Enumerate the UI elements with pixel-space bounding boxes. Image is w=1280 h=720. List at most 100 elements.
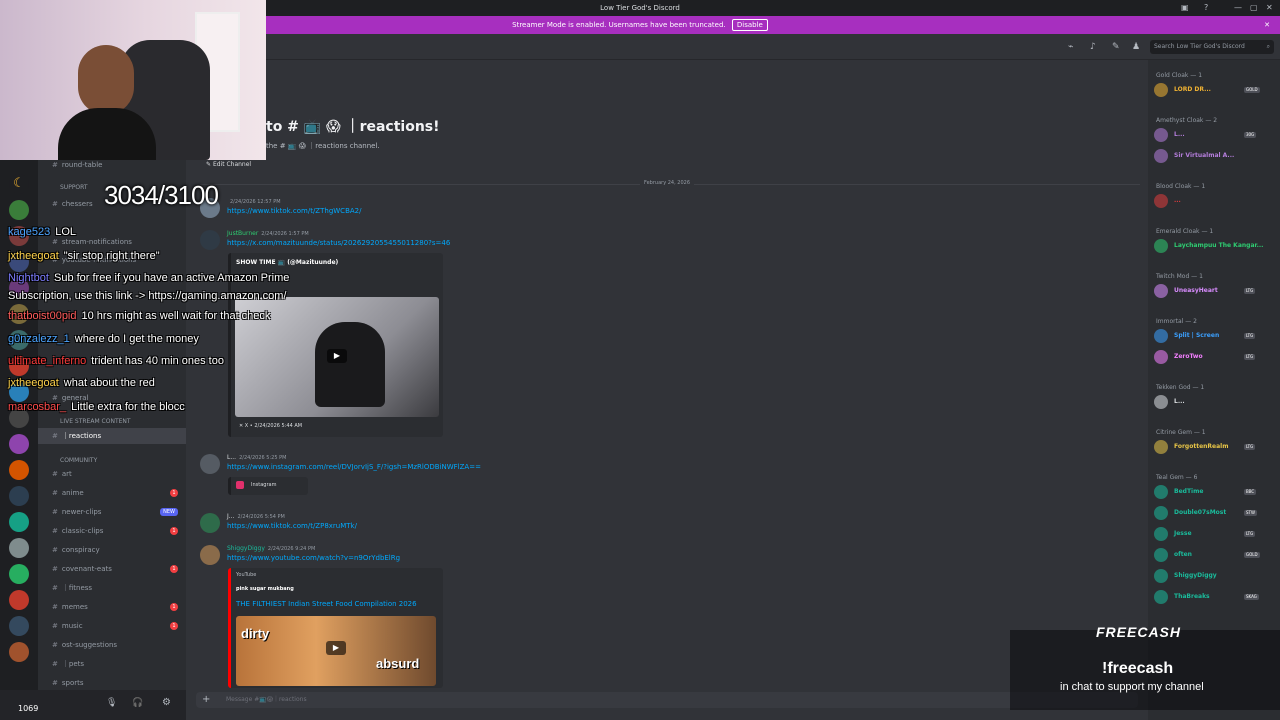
embed-title[interactable]: SHOW TIME 📺 (@Mazituunde) (236, 259, 338, 266)
avatar[interactable] (200, 513, 220, 533)
microphone-icon[interactable]: 🎙 (106, 698, 117, 708)
streamer-mode-text: Streamer Mode is enabled. Usernames have… (512, 21, 726, 29)
server-icon[interactable] (9, 616, 29, 636)
member-item[interactable]: Laychampuu The Kangar... (1154, 238, 1278, 254)
inbox-icon[interactable]: ▣ (1181, 3, 1189, 12)
channel-item[interactable]: # art (38, 466, 186, 482)
play-icon[interactable]: ▶ (326, 641, 346, 655)
server-icon[interactable] (9, 642, 29, 662)
avatar (1154, 128, 1168, 142)
message-link[interactable]: https://x.com/mazituunde/status/20262920… (227, 239, 450, 247)
channel-item[interactable]: # memes 1 (38, 599, 186, 615)
notification-bell-icon[interactable]: ♪ (1090, 42, 1096, 52)
pin-icon[interactable]: ✎ (1112, 42, 1120, 52)
member-tag: LTG (1244, 354, 1256, 360)
message-link[interactable]: https://www.instagram.com/reel/DVJorvIjS… (227, 463, 481, 471)
member-item[interactable]: ShiggyDiggy (1154, 568, 1278, 584)
category-live-stream[interactable]: LIVE STREAM CONTENT (60, 418, 131, 425)
edit-channel-button[interactable]: ✎ Edit Channel (206, 161, 251, 168)
member-item[interactable]: often GOLD (1154, 547, 1278, 563)
member-item[interactable]: Double07sMost STW (1154, 505, 1278, 521)
hash-icon: # (52, 508, 58, 516)
viewer-count: 1069 (18, 704, 39, 713)
channel-item[interactable]: # newer-clips NEW (38, 504, 186, 520)
channel-item[interactable]: # ｜pets (38, 656, 186, 672)
help-icon[interactable]: ? (1204, 3, 1208, 12)
person-figure (315, 322, 385, 407)
timestamp: 2/24/2026 1:57 PM (261, 231, 309, 237)
promo-brand: FREECASH (1096, 624, 1182, 640)
embed-video-title[interactable]: THE FILTHIEST Indian Street Food Compila… (236, 600, 417, 608)
server-icon[interactable] (9, 434, 29, 454)
author-name[interactable]: ShiggyDiggy (227, 545, 265, 552)
server-icon[interactable] (9, 512, 29, 532)
member-item[interactable]: BedTime BBC (1154, 484, 1278, 500)
author-name[interactable]: L... (227, 454, 236, 461)
embed-channel[interactable]: pink sugar mukbang (236, 586, 294, 592)
play-icon[interactable]: ▶ (327, 349, 347, 363)
channel-item[interactable]: # covenant-eats 1 (38, 561, 186, 577)
hash-icon: # (52, 527, 58, 535)
threads-icon[interactable]: ⌁ (1068, 42, 1073, 52)
avatar[interactable] (200, 454, 220, 474)
category-support[interactable]: SUPPORT (60, 184, 88, 191)
close-window-icon[interactable]: ✕ (1266, 3, 1273, 12)
server-icon[interactable] (9, 460, 29, 480)
role-header: Emerald Cloak — 1 (1156, 228, 1214, 235)
avatar[interactable] (200, 230, 220, 250)
member-item[interactable]: ZeroTwo LTG (1154, 349, 1278, 365)
channel-item-reactions[interactable]: # ｜reactions (38, 428, 186, 444)
member-item[interactable]: Jesse LTG (1154, 526, 1278, 542)
unread-badge: NEW (160, 508, 178, 516)
disable-streamer-button[interactable]: Disable (731, 19, 768, 31)
message-input[interactable]: + Message #📺😱｜reactions (196, 692, 1138, 708)
author-name[interactable]: JustBurner (227, 230, 258, 237)
member-item[interactable]: Split | Screen LTG (1154, 328, 1278, 344)
channel-item[interactable]: # music 1 (38, 618, 186, 634)
message-link[interactable]: https://www.tiktok.com/t/ZThgWCBA2/ (227, 207, 361, 215)
channel-item[interactable]: # anime 1 (38, 485, 186, 501)
chat-username: ultimate_inferno (8, 355, 87, 367)
member-item[interactable]: L... (1154, 394, 1278, 410)
member-item[interactable]: ForgottenRealm LTG (1154, 439, 1278, 455)
server-icon[interactable] (9, 590, 29, 610)
video-thumbnail[interactable]: dirty absurd ▶ (236, 616, 436, 686)
member-item[interactable]: UneasyHeart LTG (1154, 283, 1278, 299)
member-item[interactable]: ... (1154, 193, 1278, 209)
server-icon[interactable] (9, 486, 29, 506)
channel-item[interactable]: # ｜fitness (38, 580, 186, 596)
add-attachment-icon[interactable]: + (202, 692, 210, 708)
search-input[interactable]: Search Low Tier God's Discord ⌕ (1150, 40, 1274, 54)
member-item[interactable]: LORD DR... GOLD (1154, 82, 1278, 98)
chat-message: LOL (55, 226, 77, 238)
avatar[interactable] (200, 545, 220, 565)
server-icon[interactable] (9, 564, 29, 584)
search-placeholder: Search Low Tier God's Discord (1154, 43, 1245, 50)
category-community[interactable]: COMMUNITY (60, 457, 97, 464)
channel-item[interactable]: # conspiracy (38, 542, 186, 558)
channel-item[interactable]: # sports (38, 675, 186, 690)
channel-item[interactable]: # ost-suggestions (38, 637, 186, 653)
message-link[interactable]: https://www.youtube.com/watch?v=n9OrYdbE… (227, 554, 400, 562)
moon-icon[interactable]: ☾ (9, 174, 29, 194)
member-item[interactable]: ThaBreaks SKAG (1154, 589, 1278, 605)
instagram-label[interactable]: Instagram (251, 482, 276, 488)
settings-gear-icon[interactable]: ⚙ (162, 697, 171, 708)
headphones-icon[interactable]: 🎧 (132, 698, 143, 708)
channel-item[interactable]: # classic-clips 1 (38, 523, 186, 539)
close-banner-icon[interactable]: ✕ (1264, 16, 1270, 34)
member-name: ShiggyDiggy (1174, 572, 1217, 579)
minimize-icon[interactable]: — (1234, 3, 1242, 12)
message-link[interactable]: https://www.tiktok.com/t/ZP8xruMTk/ (227, 522, 357, 530)
maximize-icon[interactable]: ▢ (1250, 3, 1258, 12)
author-name[interactable]: J... (227, 513, 235, 520)
chat-message: "sir stop right there" (63, 250, 160, 262)
member-tag: GOLD (1244, 87, 1260, 93)
channel-item[interactable]: # round-table (38, 160, 186, 173)
stream-chat-line: jxtheegoat what about the red (8, 377, 155, 389)
server-icon[interactable] (9, 538, 29, 558)
member-item[interactable]: Sir Virtualmal A... (1154, 148, 1278, 164)
server-icon[interactable] (9, 200, 29, 220)
member-item[interactable]: L... 30G (1154, 127, 1278, 143)
member-list-icon[interactable]: ♟ (1132, 42, 1140, 52)
